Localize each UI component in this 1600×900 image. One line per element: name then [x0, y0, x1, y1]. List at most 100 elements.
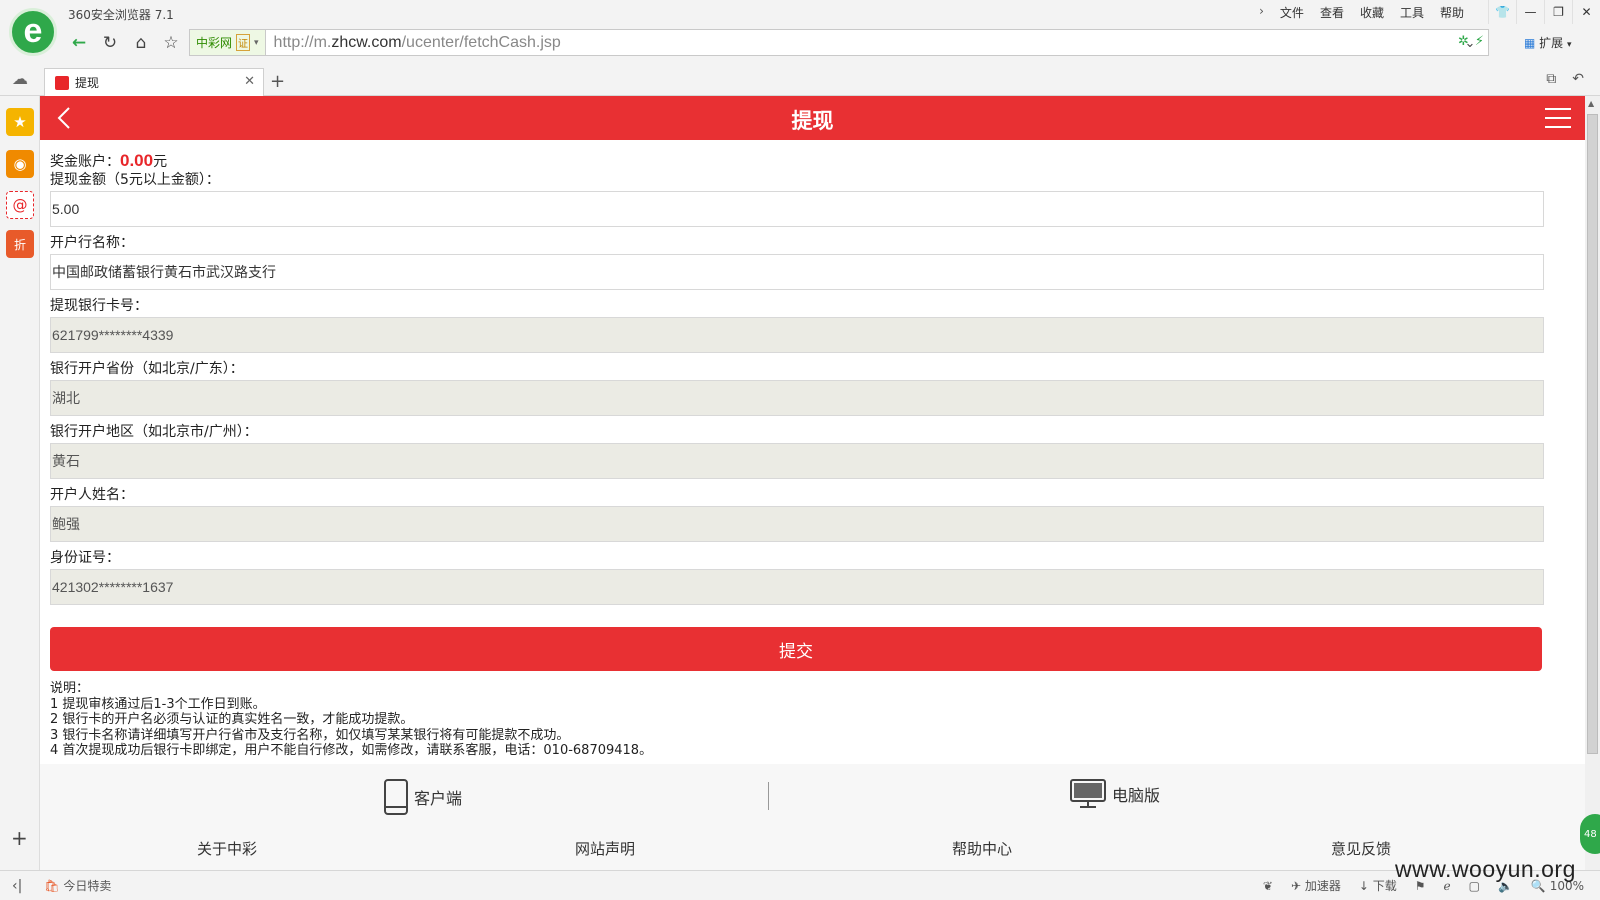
city-label: 银行开户地区（如北京市/广州）： — [50, 424, 258, 440]
daily-deals-label: 今日特卖 — [63, 879, 112, 893]
chevron-down-icon: ▾ — [254, 37, 259, 48]
floating-badge[interactable]: 48 — [1580, 814, 1600, 854]
add-sidebar-icon[interactable]: + — [11, 826, 28, 850]
menu-help[interactable]: 帮助 — [1432, 4, 1472, 21]
collapse-sidebar-icon[interactable]: ‹| — [12, 878, 22, 894]
desktop-icon — [1070, 779, 1106, 808]
url-text[interactable]: http://m.zhcw.com/ucenter/fetchCash.jsp — [266, 34, 561, 52]
tab-list-icon[interactable]: ⧉ — [1546, 71, 1556, 87]
bank-name-label: 开户行名称： — [50, 235, 134, 251]
accelerator-label: 加速器 — [1304, 879, 1341, 893]
scroll-up-icon[interactable]: ▲ — [1588, 99, 1594, 108]
address-dropdown-icon[interactable]: ⌄ — [1457, 30, 1483, 56]
back-arrow-icon[interactable]: ← — [66, 30, 92, 56]
menu-favorites[interactable]: 收藏 — [1352, 4, 1392, 21]
city-field: 黄石 — [50, 443, 1544, 479]
withdraw-form: 奖金账户：0.00元 提现金额（5元以上金额）： 5.00 开户行名称： 中国邮… — [40, 140, 1585, 759]
holder-name-label: 开户人姓名： — [50, 487, 134, 503]
client-link[interactable]: 客户端 — [384, 779, 462, 815]
menu-tools[interactable]: 工具 — [1392, 4, 1432, 21]
certificate-badge[interactable]: 中彩网 证 ▾ — [190, 30, 266, 55]
tab-strip-actions: ⧉ ↶ — [1546, 71, 1584, 87]
favicon-icon — [55, 75, 69, 90]
weibo-icon[interactable]: ◉ — [6, 150, 34, 178]
close-window-button[interactable]: ✕ — [1572, 0, 1600, 24]
watermark-text: www.wooyun.org — [1395, 856, 1576, 882]
app-title: 360安全浏览器 7.1 — [68, 8, 174, 22]
card-number-field: 621799********4339 — [50, 317, 1544, 353]
province-field: 湖北 — [50, 380, 1544, 416]
leaf-icon[interactable]: ❦ — [1263, 879, 1273, 893]
bank-name-input[interactable]: 中国邮政储蓄银行黄石市武汉路支行 — [50, 254, 1544, 290]
id-number-label: 身份证号： — [50, 550, 120, 566]
vertical-scrollbar[interactable]: ▲ — [1585, 96, 1600, 870]
pc-version-link[interactable]: 电脑版 — [1070, 779, 1160, 809]
new-tab-button[interactable]: + — [270, 71, 285, 92]
footer-link-statement[interactable]: 网站声明 — [575, 838, 635, 859]
window-controls: 👕 — ❐ ✕ — [1488, 0, 1600, 24]
page-footer: 客户端 电脑版 关于中彩 网站声明 帮助中心 意见反馈 — [40, 764, 1585, 870]
close-tab-icon[interactable]: ✕ — [244, 74, 255, 89]
note-item: 3 银行卡名称请详细填写开户行省市及支行名称，如仅填写某某银行将有可能提款不成功… — [50, 727, 570, 743]
footer-link-help[interactable]: 帮助中心 — [952, 838, 1012, 859]
amount-input[interactable]: 5.00 — [50, 191, 1544, 227]
cert-name: 中彩网 — [196, 36, 233, 50]
tab-fetch-cash[interactable]: 提现 ✕ — [44, 68, 264, 96]
holder-name-field: 鲍强 — [50, 506, 1544, 542]
cert-verified-icon: 证 — [236, 34, 251, 51]
footer-divider — [768, 782, 769, 810]
address-bar[interactable]: 中彩网 证 ▾ http://m.zhcw.com/ucenter/fetchC… — [189, 29, 1489, 56]
tab-title: 提现 — [75, 76, 100, 90]
page-viewport: 提现 奖金账户：0.00元 提现金额（5元以上金额）： 5.00 开户行名称： … — [40, 96, 1585, 870]
balance-amount: 0.00 — [120, 151, 154, 170]
menu-view[interactable]: 查看 — [1312, 4, 1352, 21]
note-item: 4 首次提现成功后银行卡即绑定，用户不能自行修改，如需修改，请联系客服，电话：0… — [50, 743, 653, 758]
logo-e-icon: e — [23, 11, 43, 50]
download-button[interactable]: ↓ 下载 — [1359, 877, 1397, 894]
footer-link-feedback[interactable]: 意见反馈 — [1331, 838, 1391, 859]
submit-button[interactable]: 提交 — [50, 627, 1542, 671]
download-label: 下载 — [1372, 879, 1397, 893]
notes-section: 说明： 1 提现审核通过后1-3个工作日到账。 2 银行卡的开户名必须与认证的真… — [50, 681, 1575, 759]
chevron-right-icon[interactable]: › — [1251, 4, 1272, 21]
page-title: 提现 — [791, 109, 834, 133]
status-left: ‹| 🛍 今日特卖 — [12, 877, 111, 894]
browser-logo[interactable]: e — [9, 8, 57, 56]
accelerator-button[interactable]: ✈ 加速器 — [1291, 877, 1341, 894]
scroll-thumb[interactable] — [1587, 114, 1598, 754]
mail-icon[interactable]: @ — [6, 191, 34, 219]
daily-deals-link[interactable]: 🛍 今日特卖 — [44, 877, 111, 894]
id-number-field: 421302********1637 — [50, 569, 1544, 605]
page-header: 提现 — [40, 96, 1585, 140]
browser-title-bar: 360安全浏览器 7.1 › 文件 查看 收藏 工具 帮助 👕 — ❐ ✕ — [0, 0, 1600, 26]
balance-row: 奖金账户：0.00元 — [50, 152, 1575, 171]
cloud-icon[interactable]: ☁ — [12, 69, 28, 88]
undo-close-icon[interactable]: ↶ — [1572, 71, 1584, 87]
footer-link-about[interactable]: 关于中彩 — [197, 838, 257, 859]
hamburger-menu-icon[interactable] — [1545, 108, 1571, 128]
client-label: 客户端 — [414, 789, 463, 808]
skin-icon[interactable]: 👕 — [1488, 0, 1516, 24]
star-icon[interactable]: ☆ — [158, 30, 184, 56]
province-label: 银行开户省份（如北京/广东）： — [50, 361, 244, 377]
refresh-icon[interactable]: ↻ — [97, 30, 123, 56]
note-item: 1 提现审核通过后1-3个工作日到账。 — [50, 696, 266, 712]
note-item: 2 银行卡的开户名必须与认证的真实姓名一致，才能成功提款。 — [50, 712, 414, 727]
minimize-button[interactable]: — — [1516, 0, 1544, 24]
status-bar: ‹| 🛍 今日特卖 ❦ ✈ 加速器 ↓ 下载 ⚑ ℯ ▢ 🔈 🔍 100% — [0, 870, 1600, 900]
extensions-button[interactable]: ▦ 扩展 ▾ — [1524, 34, 1572, 51]
address-row: ← ↻ ⌂ ☆ 中彩网 证 ▾ http://m.zhcw.com/ucente… — [0, 26, 1600, 60]
menu-file[interactable]: 文件 — [1272, 4, 1312, 21]
grid-icon: ▦ — [1524, 36, 1536, 50]
card-number-label: 提现银行卡号： — [50, 298, 148, 314]
menu-bar: › 文件 查看 收藏 工具 帮助 — [1251, 4, 1472, 21]
home-icon[interactable]: ⌂ — [128, 30, 154, 56]
favorites-star-icon[interactable]: ★ — [6, 108, 34, 136]
pc-version-label: 电脑版 — [1112, 786, 1161, 805]
url-domain: zhcw.com — [331, 33, 402, 51]
phone-icon — [384, 779, 408, 815]
discount-icon[interactable]: 折 — [6, 230, 34, 258]
balance-unit: 元 — [153, 154, 168, 170]
balance-label: 奖金账户： — [50, 154, 120, 170]
maximize-button[interactable]: ❐ — [1544, 0, 1572, 24]
